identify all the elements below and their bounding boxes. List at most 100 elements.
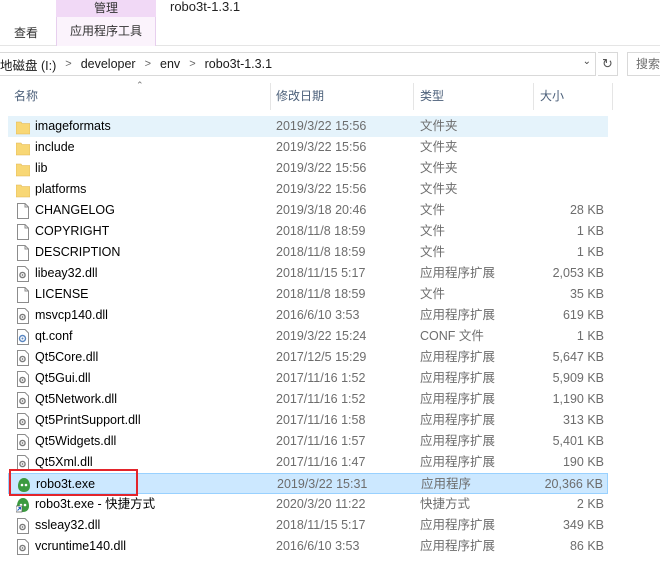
file-row[interactable]: Qt5Widgets.dll 2017/11/16 1:57 应用程序扩展 5,401… <box>8 431 608 452</box>
window-title: robo3t-1.3.1 <box>170 0 241 14</box>
file-type: 应用程序扩展 <box>420 434 496 448</box>
file-row[interactable]: platforms 2019/3/22 15:56 文件夹 <box>8 179 608 200</box>
file-size: 2 KB <box>576 497 604 511</box>
chevron-down-icon[interactable]: ⌄ <box>583 56 591 67</box>
file-type: 快捷方式 <box>420 497 471 511</box>
chevron-right-icon[interactable]: > <box>56 58 80 70</box>
file-row[interactable]: LICENSE 2018/11/8 18:59 文件 35 KB <box>8 284 608 305</box>
file-type: 文件 <box>420 224 446 238</box>
file-size: 313 KB <box>562 413 604 427</box>
column-size[interactable]: 大小 <box>526 83 606 110</box>
file-name: imageformats <box>35 119 111 133</box>
file-type: 应用程序扩展 <box>420 539 496 553</box>
file-size: 35 KB <box>569 287 604 301</box>
file-row[interactable]: lib 2019/3/22 15:56 文件夹 <box>8 158 608 179</box>
file-type: 文件 <box>420 245 446 259</box>
file-size: 28 KB <box>569 203 604 217</box>
file-row[interactable]: COPYRIGHT 2018/11/8 18:59 文件 1 KB <box>8 221 608 242</box>
file-name: vcruntime140.dll <box>35 539 127 553</box>
dll-icon <box>17 350 29 366</box>
file-row[interactable]: msvcp140.dll 2016/6/10 3:53 应用程序扩展 619 KB <box>8 305 608 326</box>
file-size: 1 KB <box>576 224 604 238</box>
file-date: 2019/3/22 15:56 <box>276 119 367 133</box>
conf-icon <box>17 329 29 345</box>
file-name: LICENSE <box>35 287 89 301</box>
breadcrumb-robo3t[interactable]: robo3t-1.3.1 <box>205 57 272 71</box>
file-row[interactable]: CHANGELOG 2019/3/18 20:46 文件 28 KB <box>8 200 608 221</box>
context-group-label: 管理 <box>56 0 156 17</box>
file-icon <box>17 245 29 261</box>
address-bar[interactable]: 地磁盘 (I:) > developer > env > robo3t-1.3.… <box>0 52 596 76</box>
file-size: 1,190 KB <box>552 392 604 406</box>
dll-icon <box>17 434 29 450</box>
file-name: include <box>35 140 75 154</box>
tab-view[interactable]: 查看 <box>0 17 52 46</box>
file-type: 应用程序扩展 <box>420 371 496 385</box>
file-date: 2019/3/22 15:31 <box>277 477 368 491</box>
file-type: 应用程序扩展 <box>420 350 496 364</box>
breadcrumb-env[interactable]: env <box>160 57 180 71</box>
dll-icon <box>17 413 29 429</box>
file-row[interactable]: include 2019/3/22 15:56 文件夹 <box>8 137 608 158</box>
file-type: 应用程序扩展 <box>420 455 496 469</box>
file-row[interactable]: ssleay32.dll 2018/11/15 5:17 应用程序扩展 349 KB <box>8 515 608 536</box>
dll-icon <box>17 539 29 555</box>
file-row[interactable]: libeay32.dll 2018/11/15 5:17 应用程序扩展 2,053 K… <box>8 263 608 284</box>
file-size: 1 KB <box>576 329 604 343</box>
file-row[interactable]: Qt5PrintSupport.dll 2017/11/16 1:58 应用程序扩展… <box>8 410 608 431</box>
file-date: 2019/3/22 15:56 <box>276 161 367 175</box>
chevron-right-icon[interactable]: > <box>180 58 204 70</box>
file-row[interactable]: imageformats 2019/3/22 15:56 文件夹 <box>8 116 608 137</box>
file-name: Qt5Network.dll <box>35 392 117 406</box>
dll-icon <box>17 308 29 324</box>
file-name: Qt5Gui.dll <box>35 371 91 385</box>
file-row[interactable]: DESCRIPTION 2018/11/8 18:59 文件 1 KB <box>8 242 608 263</box>
file-size: 5,401 KB <box>552 434 604 448</box>
file-row[interactable]: Qt5Gui.dll 2017/11/16 1:52 应用程序扩展 5,909 KB <box>8 368 608 389</box>
dll-icon <box>17 266 29 282</box>
file-icon <box>17 203 29 219</box>
file-date: 2018/11/8 18:59 <box>276 224 366 238</box>
file-name: DESCRIPTION <box>35 245 121 259</box>
breadcrumb-drive[interactable]: 地磁盘 (I:) <box>0 55 56 74</box>
refresh-icon[interactable]: ↻ <box>598 52 618 76</box>
file-name: msvcp140.dll <box>35 308 108 322</box>
file-type: 文件夹 <box>420 119 458 133</box>
column-name[interactable]: 名称 <box>0 83 270 110</box>
file-date: 2018/11/15 5:17 <box>276 266 366 280</box>
file-row[interactable]: qt.conf 2019/3/22 15:24 CONF 文件 1 KB <box>8 326 608 347</box>
dll-icon <box>17 518 29 534</box>
column-header: 名称 修改日期 类型 大小 <box>0 83 660 110</box>
column-divider[interactable] <box>612 83 613 110</box>
highlight-annotation <box>9 469 138 496</box>
column-type[interactable]: 类型 <box>406 83 526 110</box>
file-date: 2019/3/18 20:46 <box>276 203 367 217</box>
file-row[interactable]: vcruntime140.dll 2016/6/10 3:53 应用程序扩展 86 K… <box>8 536 608 557</box>
file-name: qt.conf <box>35 329 73 343</box>
file-size: 1 KB <box>576 245 604 259</box>
search-input[interactable]: 搜索 <box>627 52 660 76</box>
file-date: 2019/3/22 15:56 <box>276 182 367 196</box>
file-name: CHANGELOG <box>35 203 115 217</box>
context-tab-group: 管理 应用程序工具 <box>56 0 156 46</box>
file-size: 2,053 KB <box>552 266 604 280</box>
file-row[interactable]: robo3t.exe - 快捷方式 2020/3/20 11:22 快捷方式 2 KB <box>8 494 608 515</box>
file-date: 2018/11/8 18:59 <box>276 245 366 259</box>
file-type: 文件 <box>420 203 446 217</box>
file-size: 349 KB <box>562 518 604 532</box>
file-type: 文件夹 <box>420 140 458 154</box>
file-date: 2018/11/8 18:59 <box>276 287 366 301</box>
file-size: 20,366 KB <box>544 477 603 491</box>
file-row[interactable]: Qt5Network.dll 2017/11/16 1:52 应用程序扩展 1,190… <box>8 389 608 410</box>
column-date[interactable]: 修改日期 <box>262 83 404 110</box>
file-icon <box>17 287 29 303</box>
file-name: Qt5Core.dll <box>35 350 99 364</box>
file-date: 2019/3/22 15:24 <box>276 329 367 343</box>
breadcrumb-developer[interactable]: developer <box>81 57 136 71</box>
tab-application-tools[interactable]: 应用程序工具 <box>56 17 156 46</box>
chevron-right-icon[interactable]: > <box>136 58 160 70</box>
file-row[interactable]: Qt5Core.dll 2017/12/5 15:29 应用程序扩展 5,647 KB <box>8 347 608 368</box>
file-date: 2017/11/16 1:52 <box>276 371 366 385</box>
file-type: 文件 <box>420 287 446 301</box>
file-date: 2017/12/5 15:29 <box>276 350 367 364</box>
